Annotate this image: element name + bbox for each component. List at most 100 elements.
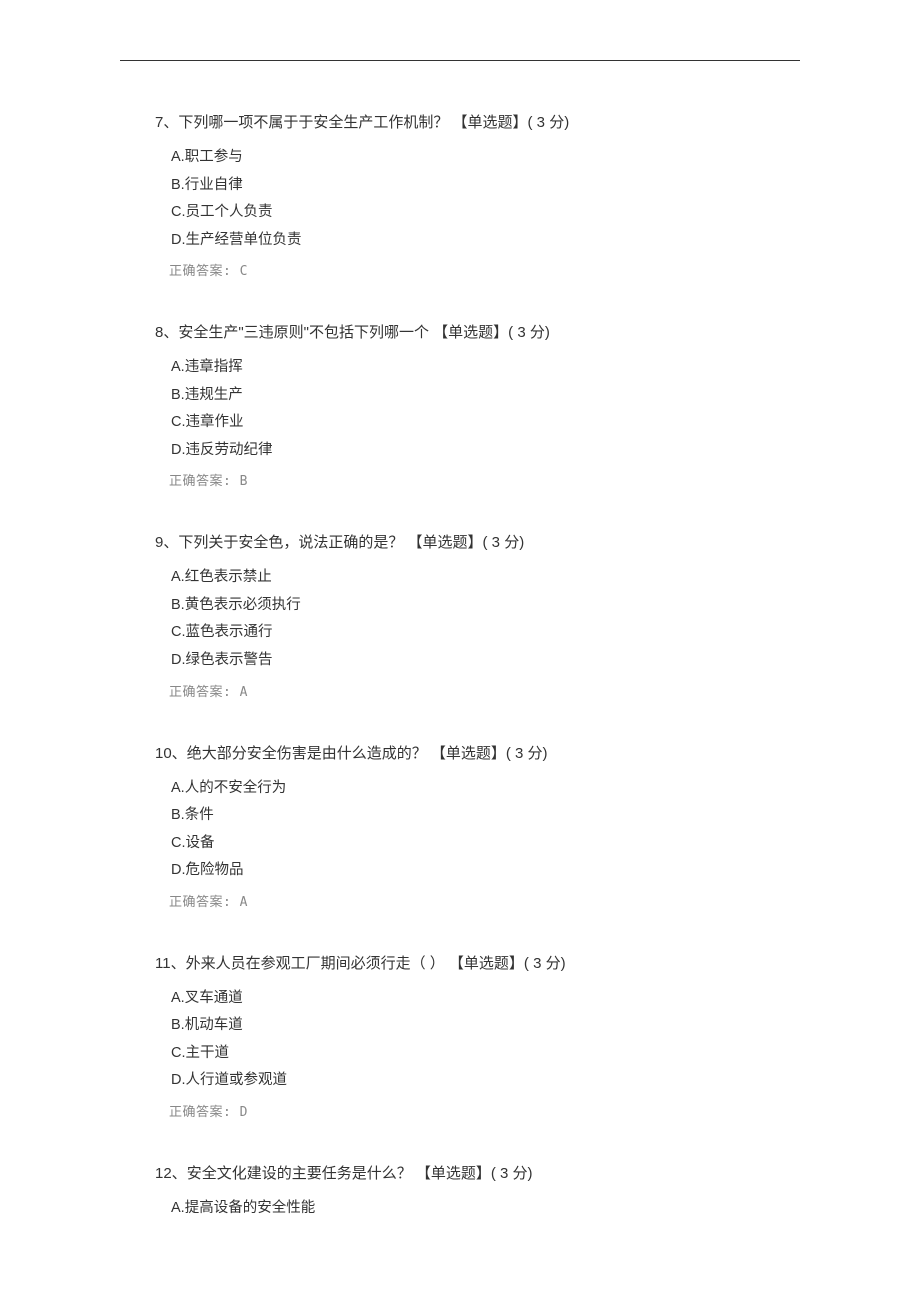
option-text: 条件 bbox=[185, 807, 214, 823]
options-list: A.红色表示禁止 B.黄色表示必须执行 C.蓝色表示通行 D.绿色表示警告 bbox=[171, 564, 795, 674]
option-letter: A. bbox=[171, 1200, 185, 1216]
option-text: 机动车道 bbox=[185, 1017, 243, 1033]
question-block-10: 10、绝大部分安全伤害是由什么造成的？ 【单选题】( 3 分) A.人的不安全行… bbox=[155, 742, 795, 910]
option-text: 主干道 bbox=[186, 1045, 230, 1061]
option-letter: A. bbox=[171, 780, 185, 796]
question-block-12: 12、安全文化建设的主要任务是什么？ 【单选题】( 3 分) A.提高设备的安全… bbox=[155, 1162, 795, 1223]
option-text: 红色表示禁止 bbox=[185, 569, 272, 585]
option-letter: D. bbox=[171, 232, 186, 248]
option-c: C.设备 bbox=[171, 830, 795, 858]
option-a: A.违章指挥 bbox=[171, 354, 795, 382]
question-number: 12、 bbox=[155, 1165, 187, 1182]
option-b: B.行业自律 bbox=[171, 172, 795, 200]
option-a: A.红色表示禁止 bbox=[171, 564, 795, 592]
option-letter: A. bbox=[171, 149, 185, 165]
question-number: 7、 bbox=[155, 114, 178, 131]
question-block-9: 9、下列关于安全色，说法正确的是？ 【单选题】( 3 分) A.红色表示禁止 B… bbox=[155, 531, 795, 699]
correct-answer: 正确答案: D bbox=[169, 1101, 795, 1120]
option-text: 生产经营单位负责 bbox=[186, 232, 302, 248]
question-title: 9、下列关于安全色，说法正确的是？ 【单选题】( 3 分) bbox=[155, 531, 795, 552]
option-letter: B. bbox=[171, 177, 185, 193]
option-c: C.员工个人负责 bbox=[171, 199, 795, 227]
option-c: C.蓝色表示通行 bbox=[171, 619, 795, 647]
option-text: 违章指挥 bbox=[185, 359, 243, 375]
option-d: D.生产经营单位负责 bbox=[171, 227, 795, 255]
question-number: 9、 bbox=[155, 534, 178, 551]
option-a: A.叉车通道 bbox=[171, 985, 795, 1013]
option-text: 行业自律 bbox=[185, 177, 243, 193]
option-text: 违规生产 bbox=[185, 387, 243, 403]
option-a: A.职工参与 bbox=[171, 144, 795, 172]
option-c: C.违章作业 bbox=[171, 409, 795, 437]
option-letter: B. bbox=[171, 387, 185, 403]
option-letter: C. bbox=[171, 414, 186, 430]
correct-answer: 正确答案: B bbox=[169, 470, 795, 489]
option-text: 违章作业 bbox=[186, 414, 244, 430]
question-tag: 【单选题】( 3 分) bbox=[431, 745, 548, 762]
option-letter: A. bbox=[171, 990, 185, 1006]
option-b: B.违规生产 bbox=[171, 382, 795, 410]
option-text: 违反劳动纪律 bbox=[186, 442, 273, 458]
question-title: 11、外来人员在参观工厂期间必须行走（ ） 【单选题】( 3 分) bbox=[155, 952, 795, 973]
option-letter: D. bbox=[171, 862, 186, 878]
option-letter: D. bbox=[171, 1072, 186, 1088]
option-d: D.危险物品 bbox=[171, 857, 795, 885]
question-text: 外来人员在参观工厂期间必须行走（ ） bbox=[186, 955, 449, 972]
question-text: 安全生产"三违原则"不包括下列哪一个 bbox=[178, 324, 433, 341]
option-b: B.黄色表示必须执行 bbox=[171, 592, 795, 620]
option-letter: D. bbox=[171, 652, 186, 668]
option-text: 蓝色表示通行 bbox=[186, 624, 273, 640]
question-title: 8、安全生产"三违原则"不包括下列哪一个 【单选题】( 3 分) bbox=[155, 321, 795, 342]
option-letter: C. bbox=[171, 204, 186, 220]
option-c: C.主干道 bbox=[171, 1040, 795, 1068]
option-letter: A. bbox=[171, 569, 185, 585]
option-letter: C. bbox=[171, 624, 186, 640]
question-text: 下列哪一项不属于于安全生产工作机制？ bbox=[178, 114, 452, 131]
question-block-7: 7、下列哪一项不属于于安全生产工作机制？ 【单选题】( 3 分) A.职工参与 … bbox=[155, 111, 795, 279]
option-text: 员工个人负责 bbox=[186, 204, 273, 220]
question-text: 下列关于安全色，说法正确的是？ bbox=[178, 534, 407, 551]
options-list: A.提高设备的安全性能 bbox=[171, 1195, 795, 1223]
question-tag: 【单选题】( 3 分) bbox=[433, 324, 550, 341]
question-text: 绝大部分安全伤害是由什么造成的？ bbox=[187, 745, 431, 762]
question-title: 10、绝大部分安全伤害是由什么造成的？ 【单选题】( 3 分) bbox=[155, 742, 795, 763]
option-d: D.违反劳动纪律 bbox=[171, 437, 795, 465]
option-a: A.提高设备的安全性能 bbox=[171, 1195, 795, 1223]
option-letter: D. bbox=[171, 442, 186, 458]
option-a: A.人的不安全行为 bbox=[171, 775, 795, 803]
option-text: 提高设备的安全性能 bbox=[185, 1200, 316, 1216]
option-text: 人行道或参观道 bbox=[186, 1072, 288, 1088]
question-tag: 【单选题】( 3 分) bbox=[453, 114, 570, 131]
option-letter: A. bbox=[171, 359, 185, 375]
option-letter: C. bbox=[171, 835, 186, 851]
option-text: 职工参与 bbox=[185, 149, 243, 165]
option-letter: C. bbox=[171, 1045, 186, 1061]
correct-answer: 正确答案: A bbox=[169, 891, 795, 910]
option-text: 黄色表示必须执行 bbox=[185, 597, 301, 613]
option-letter: B. bbox=[171, 597, 185, 613]
question-tag: 【单选题】( 3 分) bbox=[416, 1165, 533, 1182]
option-text: 人的不安全行为 bbox=[185, 780, 287, 796]
correct-answer: 正确答案: C bbox=[169, 260, 795, 279]
option-d: D.绿色表示警告 bbox=[171, 647, 795, 675]
exam-page: 7、下列哪一项不属于于安全生产工作机制？ 【单选题】( 3 分) A.职工参与 … bbox=[0, 0, 920, 1302]
question-block-8: 8、安全生产"三违原则"不包括下列哪一个 【单选题】( 3 分) A.违章指挥 … bbox=[155, 321, 795, 489]
correct-answer: 正确答案: A bbox=[169, 681, 795, 700]
option-b: B.机动车道 bbox=[171, 1012, 795, 1040]
question-title: 7、下列哪一项不属于于安全生产工作机制？ 【单选题】( 3 分) bbox=[155, 111, 795, 132]
options-list: A.职工参与 B.行业自律 C.员工个人负责 D.生产经营单位负责 bbox=[171, 144, 795, 254]
question-block-11: 11、外来人员在参观工厂期间必须行走（ ） 【单选题】( 3 分) A.叉车通道… bbox=[155, 952, 795, 1120]
option-b: B.条件 bbox=[171, 802, 795, 830]
question-tag: 【单选题】( 3 分) bbox=[408, 534, 525, 551]
option-d: D.人行道或参观道 bbox=[171, 1067, 795, 1095]
question-number: 11、 bbox=[155, 955, 186, 972]
question-number: 8、 bbox=[155, 324, 178, 341]
question-title: 12、安全文化建设的主要任务是什么？ 【单选题】( 3 分) bbox=[155, 1162, 795, 1183]
top-divider bbox=[120, 60, 800, 61]
question-tag: 【单选题】( 3 分) bbox=[449, 955, 566, 972]
options-list: A.违章指挥 B.违规生产 C.违章作业 D.违反劳动纪律 bbox=[171, 354, 795, 464]
option-text: 设备 bbox=[186, 835, 215, 851]
option-letter: B. bbox=[171, 807, 185, 823]
option-text: 叉车通道 bbox=[185, 990, 243, 1006]
option-letter: B. bbox=[171, 1017, 185, 1033]
